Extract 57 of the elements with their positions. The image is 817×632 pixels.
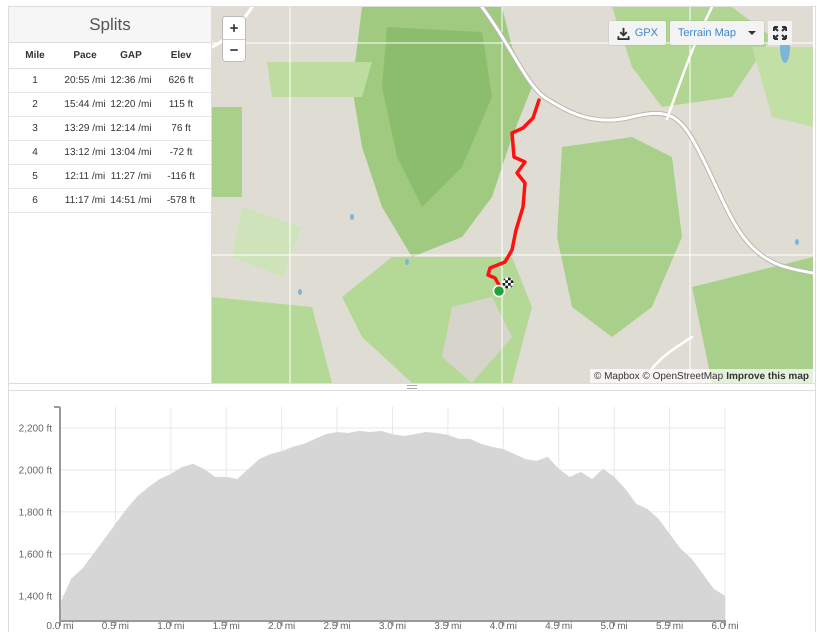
table-cell: 13:29 /mi: [64, 123, 106, 134]
axis-tick-label: 0.5 mi: [102, 621, 130, 631]
table-cell: 12:14 /mi: [110, 123, 152, 134]
axis-tick-label: 3.5 mi: [434, 621, 462, 631]
table-cell: 12:11 /mi: [64, 171, 106, 182]
table-cell: 13:12 /mi: [64, 147, 106, 158]
axis-tick-label: 2.5 mi: [323, 621, 351, 631]
improve-map-link[interactable]: Improve this map: [726, 370, 809, 382]
download-icon: [616, 26, 630, 40]
axis-tick-label: 1.0 mi: [157, 621, 184, 631]
table-cell: -72 ft: [170, 147, 192, 158]
splits-title: Splits: [9, 7, 211, 43]
table-cell: 5: [32, 171, 38, 182]
attribution-text: © Mapbox © OpenStreetMap: [594, 370, 724, 382]
table-cell: 76 ft: [171, 123, 191, 134]
axis-tick-label: 5.5 mi: [656, 621, 684, 631]
table-cell: 14:51 /mi: [110, 195, 152, 206]
table-cell: 4: [32, 147, 38, 158]
table-cell: 11:17 /mi: [64, 195, 106, 206]
column-header: GAP: [120, 50, 142, 61]
column-header: Elev: [170, 50, 192, 61]
axis-tick-label: 1,600 ft: [18, 549, 52, 560]
finish-flag-icon: [502, 278, 514, 288]
fullscreen-button[interactable]: [768, 21, 792, 45]
table-cell: 115 ft: [168, 99, 194, 110]
table-cell: 3: [32, 123, 38, 134]
axis-tick-label: 1.5 mi: [212, 621, 240, 631]
table-cell: 13:04 /mi: [110, 147, 152, 158]
table-cell: -116 ft: [167, 171, 195, 182]
column-header: Mile: [25, 50, 45, 61]
axis-tick-label: 2,000 ft: [18, 465, 52, 476]
column-header: Pace: [73, 50, 97, 61]
start-marker-icon: [492, 284, 506, 298]
axis-tick-label: 4.5 mi: [545, 621, 572, 631]
axis-tick-label: 2.0 mi: [268, 621, 296, 631]
axis-tick-label: 4.0 mi: [490, 621, 517, 631]
table-cell: -578 ft: [166, 195, 196, 206]
table-cell: 1: [32, 75, 38, 86]
table-cell: 15:44 /mi: [64, 99, 106, 110]
axis-tick-label: 3.0 mi: [378, 621, 406, 631]
table-cell: 626 ft: [168, 75, 194, 86]
caret-icon: [748, 31, 756, 35]
axis-tick-label: 5.0 mi: [600, 621, 628, 631]
axis-tick-label: 2,200 ft: [18, 423, 52, 434]
axis-tick-label: 6.0 mi: [711, 621, 739, 631]
table-cell: 12:36 /mi: [110, 75, 152, 86]
axis-tick-label: 0.0 mi: [46, 621, 74, 631]
table-cell: 2: [32, 99, 38, 110]
table-cell: 12:20 /mi: [110, 99, 152, 110]
table-cell: 11:27 /mi: [110, 171, 152, 182]
table-cell: 20:55 /mi: [64, 75, 106, 86]
axis-tick-label: 1,800 ft: [18, 507, 52, 518]
fullscreen-icon: [773, 26, 787, 40]
table-cell: 6: [32, 195, 38, 206]
zoom-out-button[interactable]: −: [223, 39, 245, 61]
resize-handle-icon[interactable]: [407, 385, 417, 389]
axis-tick-label: 1,400 ft: [18, 591, 52, 602]
